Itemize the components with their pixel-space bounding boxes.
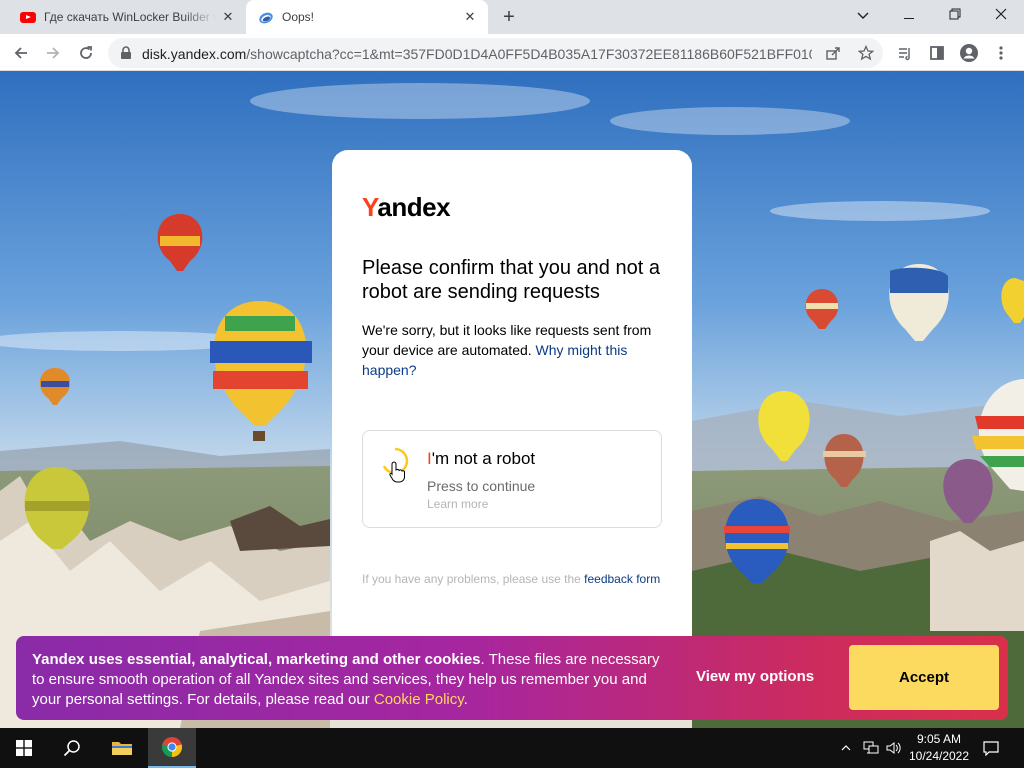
reading-list-icon[interactable] [892,40,918,66]
minimize-button[interactable] [886,0,932,30]
yandex-logo[interactable]: Yandex [362,192,662,236]
view-options-button[interactable]: View my options [696,668,814,685]
yandex-disk-icon [259,12,273,24]
hand-cursor-icon [389,461,405,483]
search-icon [63,740,80,757]
browser-tabstrip: Где скачать WinLocker Builder v ✕ Oops! … [0,0,1024,34]
browser-toolbar: disk.yandex.com/showcaptcha?cc=1&mt=357F… [0,34,1024,71]
windows-logo-icon [16,740,32,756]
lock-icon[interactable] [120,46,132,60]
captcha-title: I'm not a robot [427,449,536,468]
notification-icon [983,741,999,756]
learn-more-link[interactable]: Learn more [427,497,488,511]
back-button[interactable] [8,40,34,66]
youtube-icon [20,11,36,23]
description: We're sorry, but it looks like requests … [362,322,652,378]
share-icon[interactable] [820,40,846,66]
notifications-button[interactable] [976,728,1006,768]
url-text[interactable]: disk.yandex.com/showcaptcha?cc=1&mt=357F… [142,46,812,62]
clock-date: 10/24/2022 [908,749,970,763]
cookie-policy-link[interactable]: Cookie Policy [374,691,464,708]
profile-avatar-icon[interactable] [956,40,982,66]
browser-tab-active[interactable]: Oops! ✕ [246,0,488,34]
problems-hint: If you have any problems, please use the… [362,572,661,586]
captcha-card: Yandex Please confirm that you and not a… [332,150,692,670]
reload-button[interactable] [73,40,99,66]
start-button[interactable] [0,728,48,768]
show-hidden-icons-button[interactable] [836,728,856,768]
volume-button[interactable] [884,728,904,768]
browser-tab-youtube[interactable]: Где скачать WinLocker Builder v ✕ [8,0,246,34]
search-button[interactable] [48,728,96,768]
network-button[interactable] [860,728,882,768]
network-icon [863,741,879,754]
windows-taskbar: 9:05 AM 10/24/2022 [0,728,1024,768]
new-tab-button[interactable]: + [498,6,520,28]
cookie-banner: Yandex uses essential, analytical, marke… [16,636,1008,720]
chrome-icon [161,737,183,757]
chevron-up-icon [841,745,851,751]
captcha-subtitle: Press to continue [427,478,536,494]
bookmark-star-icon[interactable] [853,40,879,66]
address-bar[interactable]: disk.yandex.com/showcaptcha?cc=1&mt=357F… [108,38,883,68]
file-explorer-button[interactable] [98,728,146,768]
feedback-form-link[interactable]: feedback form [584,572,660,586]
accept-button[interactable]: Accept [849,645,999,710]
folder-icon [112,742,132,755]
close-window-button[interactable] [978,0,1024,30]
chrome-taskbar-button[interactable] [148,728,196,768]
cookie-text: Yandex uses essential, analytical, marke… [32,651,660,708]
close-tab-icon[interactable]: ✕ [220,9,236,25]
system-clock[interactable]: 9:05 AM 10/24/2022 [906,731,972,765]
not-a-robot-checkbox[interactable]: I'm not a robot Press to continue Learn … [362,430,662,528]
restore-button[interactable] [932,0,978,30]
clock-time: 9:05 AM [916,732,962,746]
page-content: Yandex Please confirm that you and not a… [0,71,1024,728]
close-tab-icon[interactable]: ✕ [462,9,478,25]
tab-title: Oops! [282,10,315,24]
menu-kebab-icon[interactable] [988,40,1014,66]
page-title: Please confirm that you and not a robot … [362,257,660,303]
tab-title: Где скачать WinLocker Builder v [44,10,216,24]
forward-button[interactable] [40,40,66,66]
side-panel-icon[interactable] [924,40,950,66]
tab-search-icon[interactable] [840,0,886,30]
speaker-icon [886,742,901,754]
